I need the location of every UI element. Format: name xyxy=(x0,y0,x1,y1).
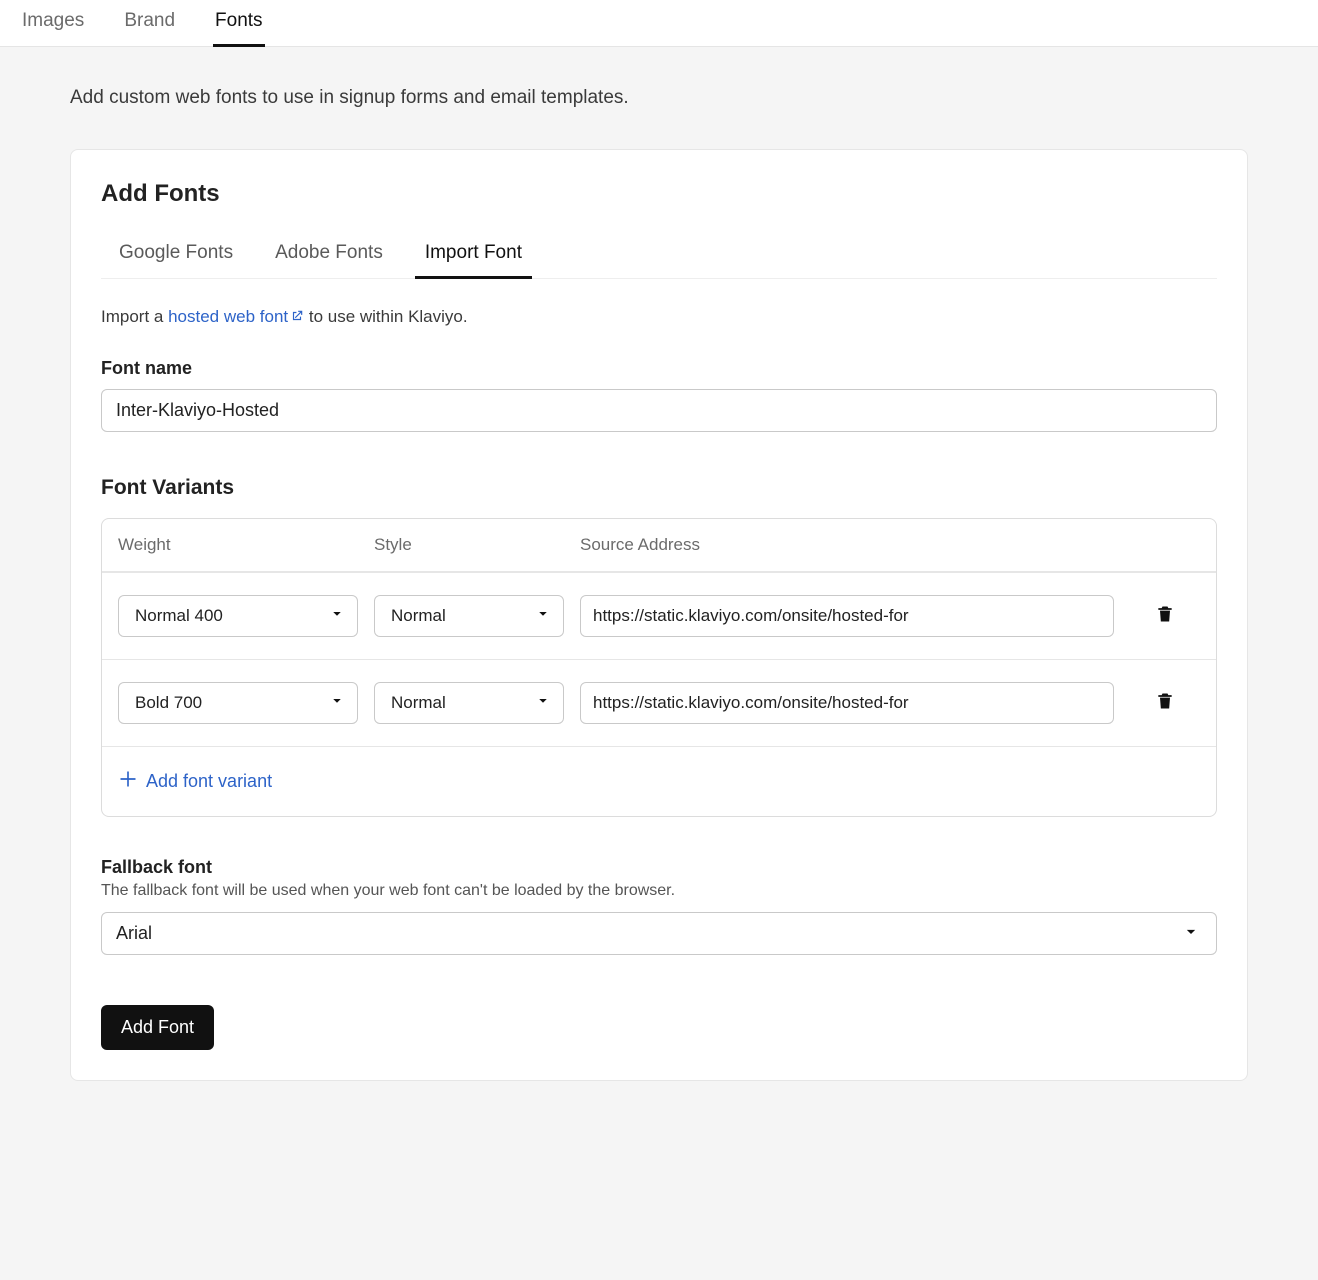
top-tabs: Images Brand Fonts xyxy=(0,0,1318,47)
weight-select[interactable]: Normal 400 xyxy=(118,595,358,637)
external-link-icon xyxy=(290,308,304,328)
fallback-font-label: Fallback font xyxy=(101,857,1217,878)
style-select[interactable]: Normal xyxy=(374,595,564,637)
delete-variant-button[interactable] xyxy=(1130,603,1200,630)
import-prefix: Import a xyxy=(101,307,168,326)
tab-images[interactable]: Images xyxy=(20,0,86,46)
add-font-variant-button[interactable]: Add font variant xyxy=(118,769,272,794)
tab-brand[interactable]: Brand xyxy=(122,0,177,46)
weight-select[interactable]: Bold 700 xyxy=(118,682,358,724)
add-font-variant-label: Add font variant xyxy=(146,771,272,792)
import-description: Import a hosted web font to use within K… xyxy=(101,307,1217,328)
import-suffix: to use within Klaviyo. xyxy=(304,307,467,326)
tab-import-font[interactable]: Import Font xyxy=(421,236,526,278)
fallback-font-help: The fallback font will be used when your… xyxy=(101,882,1217,900)
font-source-tabs: Google Fonts Adobe Fonts Import Font xyxy=(101,236,1217,279)
font-name-input[interactable] xyxy=(101,389,1217,432)
font-variants-table: Weight Style Source Address Normal 400 N… xyxy=(101,518,1217,817)
trash-icon xyxy=(1155,690,1175,717)
add-font-button[interactable]: Add Font xyxy=(101,1005,214,1050)
source-address-input[interactable] xyxy=(580,682,1114,724)
delete-variant-button[interactable] xyxy=(1130,690,1200,717)
card-title: Add Fonts xyxy=(101,180,1217,208)
col-weight: Weight xyxy=(118,535,358,555)
tab-google-fonts[interactable]: Google Fonts xyxy=(115,236,237,278)
col-source: Source Address xyxy=(580,535,1114,555)
plus-icon xyxy=(118,769,138,794)
add-fonts-card: Add Fonts Google Fonts Adobe Fonts Impor… xyxy=(70,149,1248,1081)
style-select[interactable]: Normal xyxy=(374,682,564,724)
tab-adobe-fonts[interactable]: Adobe Fonts xyxy=(271,236,387,278)
tab-fonts[interactable]: Fonts xyxy=(213,0,265,46)
trash-icon xyxy=(1155,603,1175,630)
hosted-web-font-link[interactable]: hosted web font xyxy=(168,307,304,326)
font-variants-heading: Font Variants xyxy=(101,476,1217,500)
fallback-font-select[interactable]: Arial xyxy=(101,912,1217,955)
source-address-input[interactable] xyxy=(580,595,1114,637)
intro-text: Add custom web fonts to use in signup fo… xyxy=(70,87,1248,109)
col-style: Style xyxy=(374,535,564,555)
variant-row: Bold 700 Normal xyxy=(102,659,1216,746)
font-name-label: Font name xyxy=(101,358,1217,379)
variant-row: Normal 400 Normal xyxy=(102,572,1216,659)
